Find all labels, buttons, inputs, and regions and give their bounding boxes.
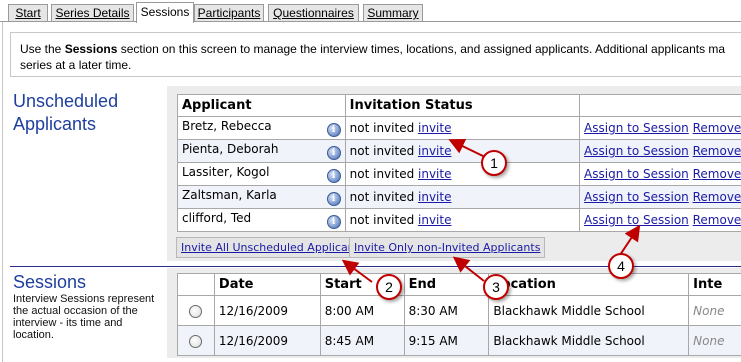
callout-3-arrow — [456, 259, 484, 281]
callout-4: 4 — [608, 253, 634, 279]
callout-1: 1 — [481, 150, 507, 176]
tab-sessions[interactable]: Sessions — [136, 2, 194, 23]
callout-2: 2 — [376, 274, 402, 300]
callout-2-arrow — [345, 262, 372, 282]
callout-3: 3 — [483, 274, 509, 300]
callout-1-arrow — [452, 141, 485, 157]
callout-arrows — [0, 0, 741, 355]
